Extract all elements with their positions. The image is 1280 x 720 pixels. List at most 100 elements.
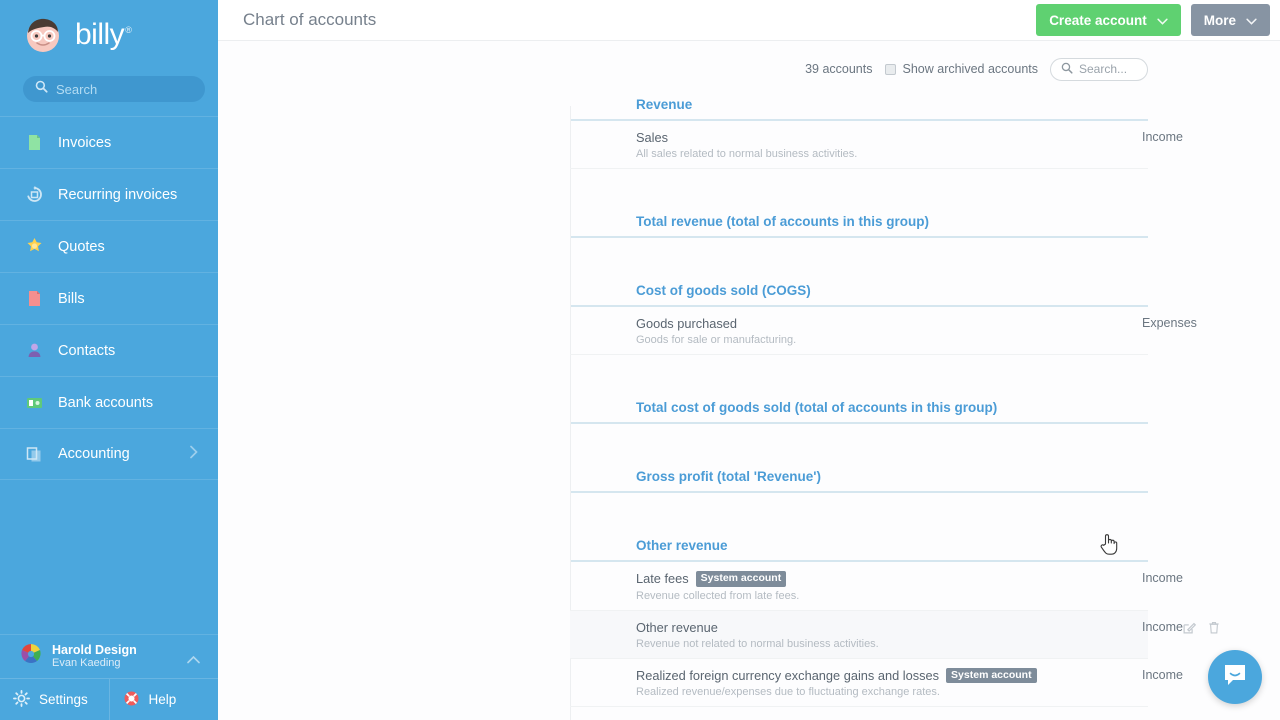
account-name: Goods purchased (636, 316, 738, 331)
brand[interactable]: billy® (0, 0, 218, 70)
chat-launcher-button[interactable] (1208, 650, 1262, 704)
group-header[interactable]: Other revenue (570, 526, 1148, 562)
sidebar-search-placeholder: Search (56, 81, 98, 97)
edit-pencil-icon[interactable] (1183, 621, 1197, 639)
system-account-badge: System account (695, 571, 787, 587)
system-account-badge: System account (946, 667, 1037, 684)
trash-icon[interactable] (1208, 621, 1220, 639)
account-description: All sales related to normal business act… (636, 148, 858, 160)
row-actions (1183, 621, 1220, 639)
settings-link[interactable]: Settings (0, 679, 109, 720)
page-title: Chart of accounts (243, 10, 377, 29)
sidebar-item-label: Recurring invoices (58, 186, 178, 203)
sidebar-item-label: Accounting (58, 446, 130, 462)
table-row[interactable]: Late fees System account Revenue collect… (570, 562, 1183, 611)
account-main: Sales All sales related to normal busine… (636, 130, 1142, 160)
account-name: Other revenue (636, 619, 718, 635)
group-header[interactable]: Revenue (570, 85, 1148, 121)
chevron-down-icon (1157, 13, 1168, 28)
list-toolbar: 39 accounts Show archived accounts Searc… (218, 41, 1280, 81)
sidebar-item-label: Invoices (58, 134, 112, 151)
app-root: billy® Search Invoices Recurring invoice… (0, 0, 1280, 720)
account-name: Sales (636, 130, 669, 145)
sidebar-bottom: Harold Design Evan Kaeding Settings Help (0, 634, 218, 720)
sidebar-item-label: Quotes (58, 238, 105, 255)
help-label: Help (148, 692, 177, 707)
account-type: Expenses (1142, 316, 1197, 330)
sidebar-item-label: Bills (58, 290, 85, 307)
table-row[interactable]: Goods purchased Goods for sale or manufa… (570, 307, 1197, 355)
gear-icon (13, 689, 30, 710)
chat-bubble-icon (1222, 662, 1248, 693)
sidebar-nav: Invoices Recurring invoices Quotes Bills… (0, 116, 218, 634)
registered-mark: ® (125, 25, 132, 35)
account-description: Revenue collected from late fees. (636, 589, 800, 602)
account-main: Goods purchased Goods for sale or manufa… (636, 316, 1142, 346)
accounting-book-icon (25, 445, 44, 464)
sidebar-item-accounting[interactable]: Accounting (0, 428, 218, 480)
create-account-button[interactable]: Create account (1036, 4, 1181, 36)
pinwheel-avatar (20, 643, 42, 670)
chevron-up-icon (187, 651, 200, 669)
bank-account-icon (25, 393, 44, 412)
accounts-list: Revenue Sales All sales related to norma… (218, 75, 1280, 720)
group-header-total[interactable]: Total revenue (total of accounts in this… (570, 202, 1148, 238)
sidebar-item-quotes[interactable]: Quotes (0, 220, 218, 272)
invoice-icon (25, 133, 44, 152)
sidebar-item-contacts[interactable]: Contacts (0, 324, 218, 376)
account-name-text: Late fees (636, 571, 689, 587)
top-bar: Chart of accounts Create account More (218, 0, 1280, 41)
chevron-right-icon (190, 445, 198, 463)
more-button[interactable]: More (1190, 4, 1270, 36)
show-archived-label: Show archived accounts (902, 62, 1039, 76)
user-names: Harold Design Evan Kaeding (52, 643, 137, 670)
user-org-name: Harold Design (52, 642, 137, 657)
main-content: Chart of accounts Create account More 39… (218, 0, 1280, 720)
create-account-label: Create account (1049, 12, 1147, 28)
group-header-total[interactable]: Gross profit (total 'Revenue') (570, 457, 1148, 493)
sidebar-item-bank-accounts[interactable]: Bank accounts (0, 376, 218, 428)
table-row[interactable]: Realized foreign currency exchange gains… (570, 659, 1183, 708)
sidebar-footer: Settings Help (0, 678, 218, 720)
recurring-invoice-icon (25, 185, 44, 204)
bill-icon (25, 289, 44, 308)
billy-face-logo (22, 14, 64, 56)
help-link[interactable]: Help (108, 679, 219, 720)
account-type: Income (1142, 571, 1183, 585)
sidebar-item-recurring-invoices[interactable]: Recurring invoices (0, 168, 218, 220)
table-row[interactable]: Sales All sales related to normal busine… (570, 121, 1183, 169)
search-icon (35, 80, 48, 98)
account-name: Realized foreign currency exchange gains… (636, 667, 1142, 684)
sidebar-item-bills[interactable]: Bills (0, 272, 218, 324)
show-archived-checkbox[interactable] (884, 63, 896, 75)
group-header-total[interactable]: Total cost of goods sold (total of accou… (570, 388, 1148, 424)
account-name: Late fees System account (636, 571, 1142, 587)
show-archived-toggle[interactable]: Show archived accounts (884, 62, 1039, 76)
account-type: Income (1142, 130, 1183, 144)
account-description: Realized revenue/expenses due to fluctua… (636, 686, 940, 699)
user-person-name: Evan Kaeding (52, 657, 121, 670)
more-label: More (1203, 12, 1236, 28)
brand-name: billy® (75, 18, 132, 51)
search-icon (1061, 62, 1073, 77)
account-main: Other revenue Revenue not related to nor… (636, 620, 1142, 650)
group-header[interactable]: Cost of goods sold (COGS) (570, 271, 1148, 307)
account-main: Late fees System account Revenue collect… (636, 571, 1142, 602)
accounts-search-placeholder: Search... (1079, 62, 1128, 76)
account-description: Revenue not related to normal business a… (636, 637, 879, 650)
life-ring-icon (123, 690, 140, 710)
table-row[interactable]: Other revenue Revenue not related to nor… (570, 610, 1219, 659)
user-account-row[interactable]: Harold Design Evan Kaeding (0, 634, 218, 678)
top-bar-actions: Create account More (1036, 4, 1270, 36)
sidebar-item-invoices[interactable]: Invoices (0, 116, 218, 168)
account-type: Income (1142, 619, 1183, 634)
contact-person-icon (25, 341, 44, 360)
sidebar: billy® Search Invoices Recurring invoice… (0, 0, 218, 720)
sidebar-search-input[interactable]: Search (23, 76, 205, 102)
accounts-search-input[interactable]: Search... (1050, 57, 1148, 81)
